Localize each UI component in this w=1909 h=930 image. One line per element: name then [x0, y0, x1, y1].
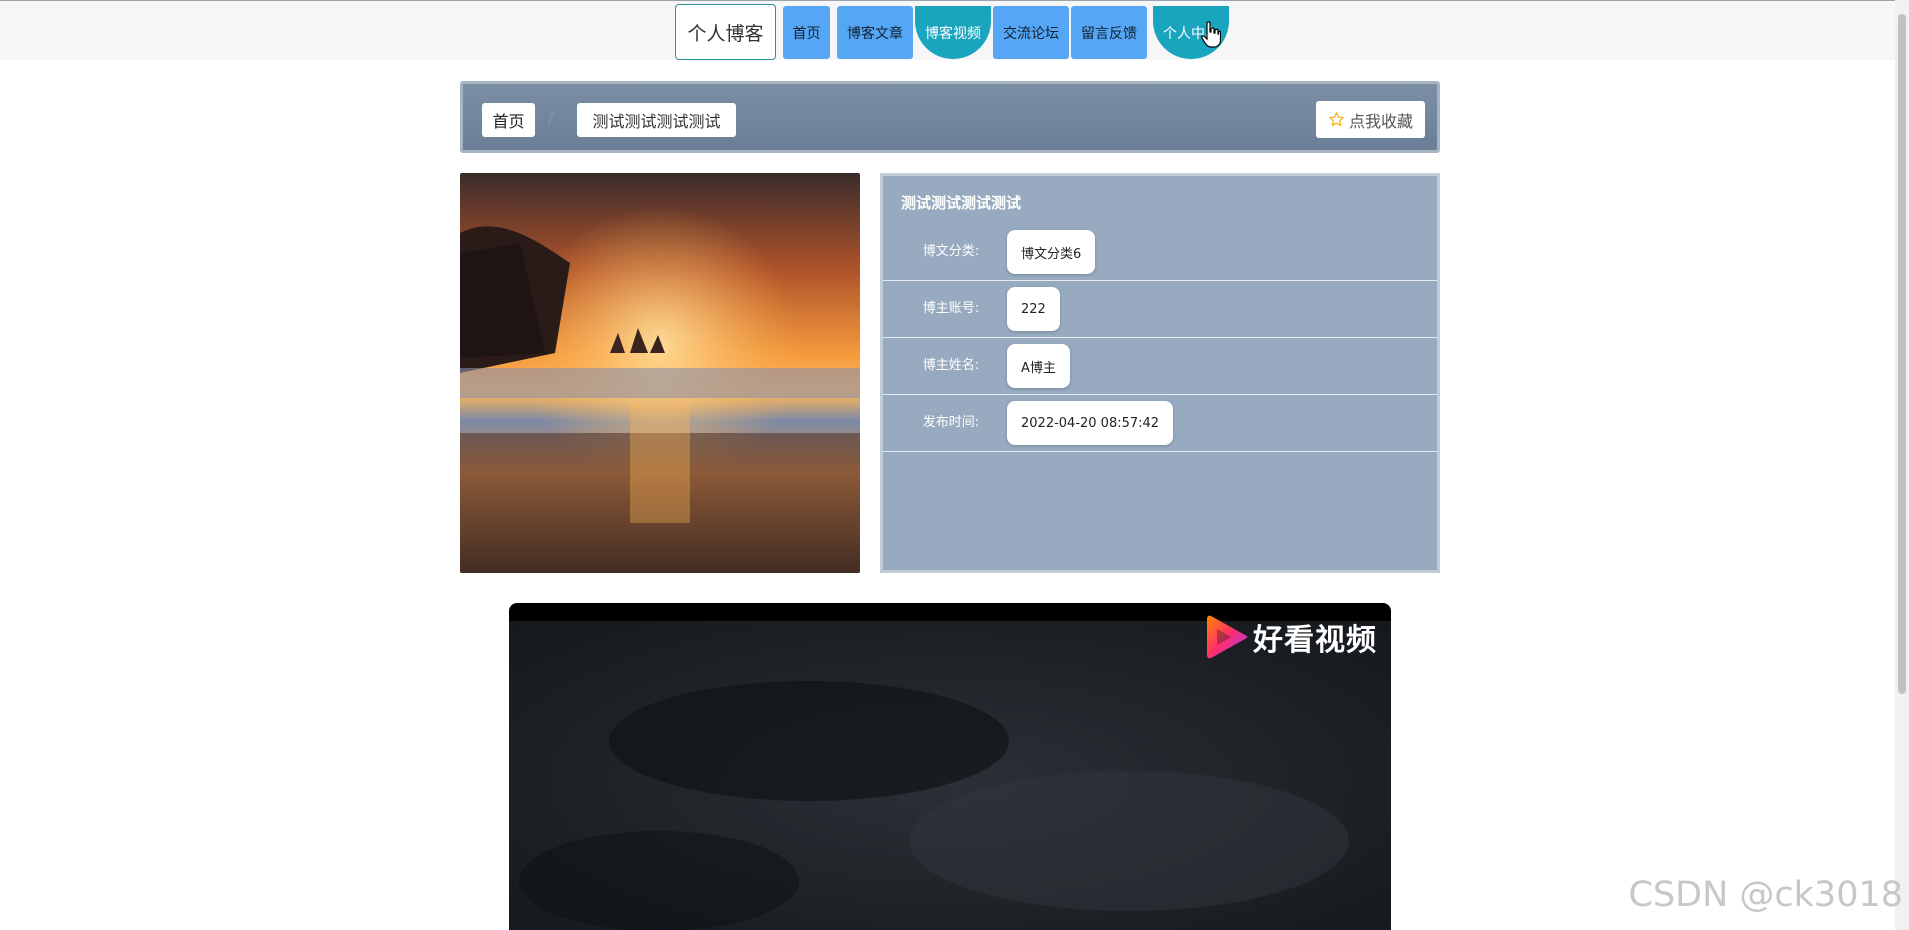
favorite-label: 点我收藏: [1348, 111, 1413, 131]
star-icon: [1329, 112, 1344, 127]
publish-time-label: 发布时间:: [922, 415, 980, 430]
watermark: CSDN @ck3018: [1628, 875, 1904, 915]
top-navbar: 个人博客 首页 博客文章 博客视频 交流论坛 留言反馈 个人中心: [0, 0, 1909, 60]
video-logo: 好看视频: [1205, 613, 1377, 661]
nav-home[interactable]: 首页: [783, 6, 830, 59]
nav-blog-articles[interactable]: 博客文章: [837, 6, 913, 59]
detail-row-account: 博主账号: 222: [883, 280, 1437, 338]
breadcrumb-current: 测试测试测试测试: [577, 103, 736, 137]
article-title: 测试测试测试测试: [901, 194, 1022, 212]
publish-time-value: 2022-04-20 08:57:42: [1007, 401, 1174, 445]
nav-feedback[interactable]: 留言反馈: [1071, 6, 1147, 59]
article-cover-image: [460, 173, 860, 573]
author-label: 博主姓名:: [922, 358, 980, 373]
detail-row-category: 博文分类: 博文分类6: [883, 223, 1437, 281]
video-logo-text: 好看视频: [1253, 623, 1377, 658]
site-brand[interactable]: 个人博客: [675, 4, 776, 60]
page-scrollbar[interactable]: [1895, 0, 1909, 930]
detail-row-author: 博主姓名: A博主: [883, 337, 1437, 395]
breadcrumb-home[interactable]: 首页: [482, 103, 535, 137]
article-detail-panel: 测试测试测试测试 博文分类: 博文分类6 博主账号: 222 博主姓名: A博主…: [880, 173, 1440, 573]
favorite-button[interactable]: 点我收藏: [1316, 101, 1425, 138]
hand-cursor-icon: [1201, 21, 1221, 48]
category-value: 博文分类6: [1007, 230, 1096, 274]
breadcrumb-separator: /: [548, 108, 554, 127]
account-label: 博主账号:: [922, 301, 980, 316]
category-label: 博文分类:: [922, 244, 980, 259]
video-frame: [509, 621, 1391, 930]
detail-row-publish-time: 发布时间: 2022-04-20 08:57:42: [883, 394, 1437, 452]
play-logo-icon: [1207, 615, 1248, 659]
author-value: A博主: [1007, 344, 1070, 388]
nav-blog-videos[interactable]: 博客视频: [915, 6, 991, 59]
video-player[interactable]: 好看视频: [509, 603, 1391, 930]
account-value: 222: [1007, 287, 1060, 331]
nav-forum[interactable]: 交流论坛: [993, 6, 1069, 59]
scrollbar-thumb[interactable]: [1898, 14, 1906, 694]
breadcrumb: 首页 / 测试测试测试测试 点我收藏: [460, 81, 1440, 153]
